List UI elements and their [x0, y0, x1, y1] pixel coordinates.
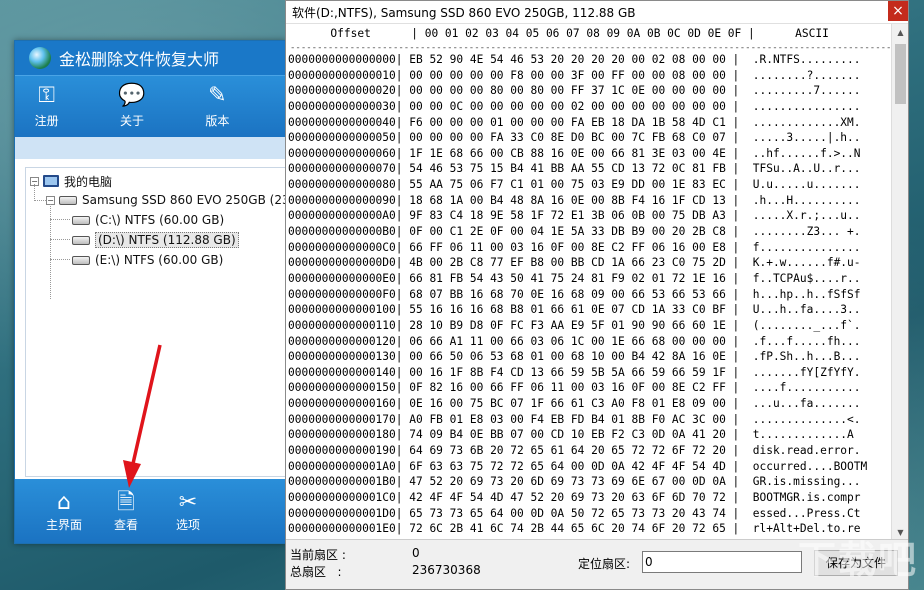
close-icon: × [892, 3, 904, 19]
hex-row: 0000000000000180| 74 09 B4 0E BB 07 00 C… [288, 428, 861, 442]
hex-row: 0000000000000110| 28 10 B9 D8 0F FC F3 A… [288, 318, 861, 332]
scroll-up-arrow-icon[interactable]: ▲ [892, 24, 909, 41]
hex-row: 0000000000000020| 00 00 00 00 80 00 80 0… [288, 84, 861, 98]
hex-row: 0000000000000090| 18 68 1A 00 B4 48 8A 1… [288, 193, 861, 207]
hex-row: 0000000000000130| 00 66 50 06 53 68 01 0… [288, 350, 861, 364]
hex-row: 0000000000000080| 55 AA 75 06 F7 C1 01 0… [288, 178, 861, 192]
goto-sector-label: 定位扇区: [578, 557, 631, 571]
hex-row: 0000000000000030| 00 00 0C 00 00 00 00 0… [288, 99, 861, 113]
hex-row: 00000000000001D0| 65 73 73 65 64 00 0D 0… [288, 506, 861, 520]
hex-row: 0000000000000050| 00 00 00 00 FA 33 C0 8… [288, 131, 861, 145]
hex-window-title: 软件(D:,NTFS), Samsung SSD 860 EVO 250GB, … [292, 5, 636, 20]
total-sector-label: 总扇区 : [290, 565, 342, 579]
current-sector-label: 当前扇区 : [290, 548, 346, 562]
hex-rows: 0000000000000000| EB 52 90 4E 54 46 53 2… [286, 52, 892, 541]
hex-row: 0000000000000060| 1F 1E 68 66 00 CB 88 1… [288, 146, 861, 160]
hex-row: 0000000000000150| 0F 82 16 00 66 FF 06 1… [288, 381, 861, 395]
scroll-thumb[interactable] [895, 44, 906, 104]
hex-titlebar: 软件(D:,NTFS), Samsung SSD 860 EVO 250GB, … [286, 1, 908, 24]
hex-row: 0000000000000040| F6 00 00 00 01 00 00 0… [288, 115, 861, 129]
hex-row: 0000000000000120| 06 66 A1 11 00 66 03 0… [288, 334, 861, 348]
hex-dump: Offset | 00 01 02 03 04 05 06 07 08 09 0… [286, 24, 892, 541]
vertical-scrollbar[interactable]: ▲ ▼ [891, 24, 908, 541]
hex-row: 0000000000000100| 55 16 16 16 68 B8 01 6… [288, 303, 861, 317]
hex-row: 00000000000000F0| 68 07 BB 16 68 70 0E 1… [288, 287, 861, 301]
total-sector-value: 236730368 [412, 563, 481, 577]
hex-divider: ----------------------------------------… [290, 44, 892, 52]
hex-row: 00000000000000B0| 0F 00 C1 2E 0F 00 04 1… [288, 225, 861, 239]
hex-row: 00000000000001B0| 47 52 20 69 73 20 6D 6… [288, 475, 861, 489]
hex-row: 00000000000000E0| 66 81 FB 54 43 50 41 7… [288, 271, 861, 285]
hex-row: 0000000000000000| EB 52 90 4E 54 46 53 2… [288, 53, 861, 66]
hex-row: 0000000000000010| 00 00 00 00 00 F8 00 0… [288, 68, 861, 82]
hex-row: 00000000000001A0| 6F 63 63 75 72 72 65 6… [288, 459, 868, 473]
goto-sector-input[interactable] [642, 551, 802, 573]
hex-row: 00000000000000D0| 4B 00 2B C8 77 EF B8 0… [288, 256, 861, 270]
hex-row: 0000000000000070| 54 46 53 75 15 B4 41 B… [288, 162, 861, 176]
hex-row: 0000000000000140| 00 16 1F 8B F4 CD 13 6… [288, 365, 861, 379]
close-button[interactable]: × [888, 1, 908, 21]
hex-row: 00000000000000C0| 66 FF 06 11 00 03 16 0… [288, 240, 861, 254]
hex-row: 0000000000000190| 64 69 73 6B 20 72 65 6… [288, 444, 861, 458]
current-sector-value: 0 [412, 546, 420, 560]
hex-row: 0000000000000160| 0E 16 00 75 BC 07 1F 6… [288, 397, 861, 411]
hex-row: 00000000000001C0| 42 4F 4F 54 4D 47 52 2… [288, 490, 861, 504]
hex-row: 00000000000000A0| 9F 83 C4 18 9E 58 1F 7… [288, 209, 861, 223]
hex-viewer-window: 软件(D:,NTFS), Samsung SSD 860 EVO 250GB, … [285, 0, 909, 590]
hex-header: Offset | 00 01 02 03 04 05 06 07 08 09 0… [290, 27, 829, 40]
watermark: 下载吧 [797, 538, 918, 582]
hex-row: 0000000000000170| A0 FB 01 E8 03 00 F4 E… [288, 412, 861, 426]
